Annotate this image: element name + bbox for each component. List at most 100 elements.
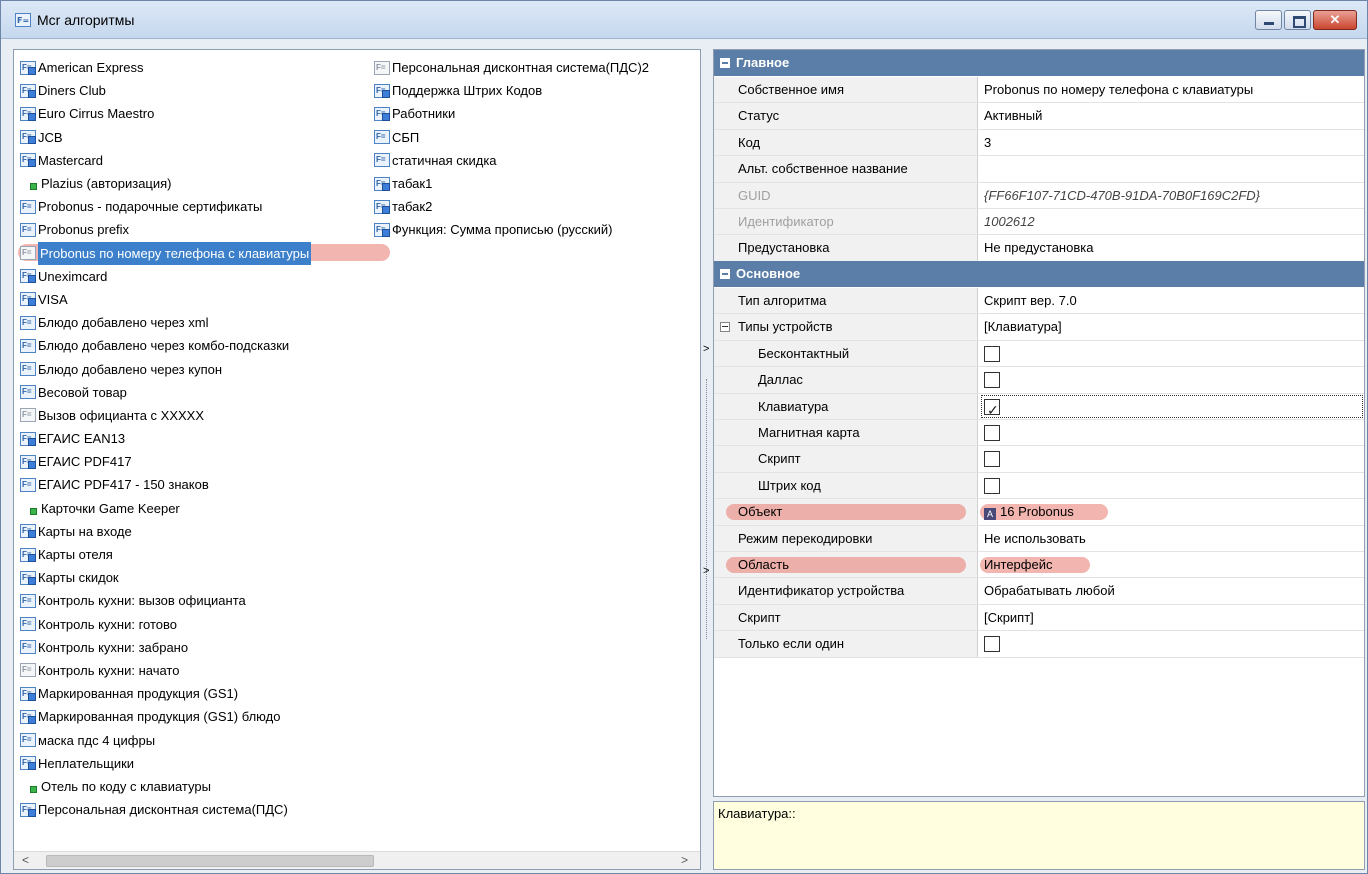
prop-row-device-id[interactable]: Идентификатор устройства Обрабатывать лю… [714,578,1364,605]
list-item[interactable]: JCB [20,126,375,149]
window-title: Mcr алгоритмы [37,12,135,28]
splitter-arrow-icon[interactable]: > [703,565,709,577]
prop-row[interactable]: Код 3 [714,129,1364,157]
list-item-label: Plazius (авторизация) [41,176,172,192]
prop-row-script[interactable]: Скрипт [Скрипт] [714,604,1364,632]
device-checkbox[interactable] [984,372,1000,389]
list-item[interactable]: статичная скидка [374,149,700,172]
list-item[interactable]: American Express [20,56,375,79]
prop-row-area[interactable]: Область Интерфейс [714,552,1364,579]
close-button[interactable] [1313,10,1357,30]
list-item[interactable]: Поддержка Штрих Кодов [374,79,700,102]
prop-row[interactable]: Альт. собственное название [714,156,1364,183]
list-item-label: ЕГАИС PDF417 - 150 знаков [38,477,209,493]
list-item[interactable]: Вызов официанта с XXXXX [20,404,375,427]
list-item[interactable]: Функция: Сумма прописью (русский) [374,218,700,241]
list-item[interactable]: Блюдо добавлено через купон [20,357,375,380]
splitter-arrow-icon[interactable]: > [703,343,709,355]
prop-row-device[interactable]: Даллас [714,367,1364,394]
list-item[interactable]: Карточки Game Keeper [20,497,375,520]
prop-row[interactable]: GUID {FF66F107-71CD-470B-91DA-70B0F169C2F… [714,182,1364,209]
list-item-label: СБП [392,129,420,145]
scrollbar-thumb[interactable] [46,855,374,867]
list-item[interactable]: ЕГАИС EAN13 [20,427,375,450]
list-item[interactable]: табак2 [374,195,700,218]
device-checkbox[interactable] [984,477,1000,494]
prop-row-device[interactable]: Клавиатура [714,393,1364,420]
list-item[interactable]: маска пдс 4 цифры [20,728,375,751]
list-item[interactable]: Контроль кухни: начато [20,659,375,682]
prop-row-object[interactable]: Объект A 16 Probonus [714,499,1364,526]
section-main[interactable]: Главное [714,50,1364,76]
prop-row[interactable]: Статус Активный [714,103,1364,130]
list-item[interactable]: ЕГАИС PDF417 [20,450,375,473]
script-icon [20,246,36,261]
list-item[interactable]: Контроль кухни: готово [20,613,375,636]
list-item[interactable]: Euro Cirrus Maestro [20,102,375,125]
list-item-label: American Express [38,60,144,76]
list-item[interactable]: табак1 [374,172,700,195]
prop-row-device[interactable]: Бесконтактный [714,340,1364,368]
list-item[interactable]: Блюдо добавлено через комбо-подсказки [20,334,375,357]
script-icon [20,153,36,168]
list-item[interactable]: Маркированная продукция (GS1) [20,682,375,705]
list-item[interactable]: Probonus по номеру телефона с клавиатуры [18,241,390,265]
list-item[interactable]: Маркированная продукция (GS1) блюдо [20,705,375,728]
list-item[interactable]: Персональная дисконтная система(ПДС)2 [374,56,700,79]
prop-row[interactable]: Предустановка Не предустановка [714,235,1364,262]
collapse-tree-icon[interactable] [720,322,730,333]
algorithm-list[interactable]: American Express Diners Club Euro Cirrus M… [13,49,701,870]
device-checkbox[interactable] [984,425,1000,441]
list-item[interactable]: Контроль кухни: вызов официанта [20,589,375,612]
list-item[interactable]: Отель по коду с клавиатуры [20,775,375,798]
scroll-right-icon[interactable]: > [681,853,688,867]
list-item[interactable]: Персональная дисконтная система(ПДС) [20,798,375,821]
list-item[interactable]: Работники [374,102,700,125]
prop-row[interactable]: Собственное имя Probonus по номеру телефо… [714,77,1364,104]
list-item[interactable]: Неплательщики [20,752,375,775]
collapse-icon[interactable] [720,269,730,279]
script-icon [20,570,36,585]
list-item[interactable]: VISA [20,288,375,311]
list-item[interactable]: Карты отеля [20,543,375,566]
prop-row-algo-type[interactable]: Тип алгоритма Скрипт вер. 7.0 [714,288,1364,315]
list-item[interactable]: Карты на входе [20,520,375,543]
list-item[interactable]: ЕГАИС PDF417 - 150 знаков [20,473,375,496]
device-checkbox[interactable] [984,397,1000,419]
minimize-button[interactable] [1255,10,1282,30]
prop-row-device[interactable]: Скрипт [714,446,1364,473]
list-item[interactable]: Контроль кухни: забрано [20,636,375,659]
prop-row-device[interactable]: Штрих код [714,472,1364,500]
list-item[interactable]: Uneximcard [20,265,375,288]
list-item[interactable]: Diners Club [20,79,375,102]
title-bar[interactable]: F= Mcr алгоритмы [1,1,1367,39]
scroll-left-icon[interactable]: < [22,853,29,867]
only-one-checkbox[interactable] [984,636,1000,653]
panel-splitter[interactable]: > > [701,49,713,870]
script-icon [20,385,36,400]
device-checkbox[interactable] [984,345,1000,362]
list-item-label: Поддержка Штрих Кодов [392,83,543,99]
prop-row-device[interactable]: Магнитная карта [714,420,1364,447]
list-item[interactable]: Plazius (авторизация) [20,172,375,195]
prop-row[interactable]: Идентификатор 1002612 [714,209,1364,236]
prop-row-recode[interactable]: Режим перекодировки Не использовать [714,525,1364,552]
script-icon [374,106,390,121]
device-checkbox[interactable] [984,451,1000,468]
list-item-label: Весовой товар [38,384,127,400]
maximize-button[interactable] [1284,10,1311,30]
list-item-label: Контроль кухни: начато [38,662,180,678]
list-item[interactable]: Mastercard [20,149,375,172]
prop-row-only-one[interactable]: Только если один [714,631,1364,658]
list-item[interactable]: Probonus - подарочные сертификаты [20,195,375,218]
collapse-icon[interactable] [720,58,730,68]
prop-row-device-types[interactable]: Типы устройств [Клавиатура] [714,314,1364,341]
list-item[interactable]: СБП [374,126,700,149]
list-item[interactable]: Probonus prefix [20,218,375,241]
horizontal-scrollbar[interactable]: < > [14,851,700,869]
list-item-label: Неплательщики [38,755,135,771]
list-item[interactable]: Блюдо добавлено через xml [20,311,375,334]
list-item[interactable]: Карты скидок [20,566,375,589]
list-item[interactable]: Весовой товар [20,381,375,404]
section-basic[interactable]: Основное [714,261,1364,287]
